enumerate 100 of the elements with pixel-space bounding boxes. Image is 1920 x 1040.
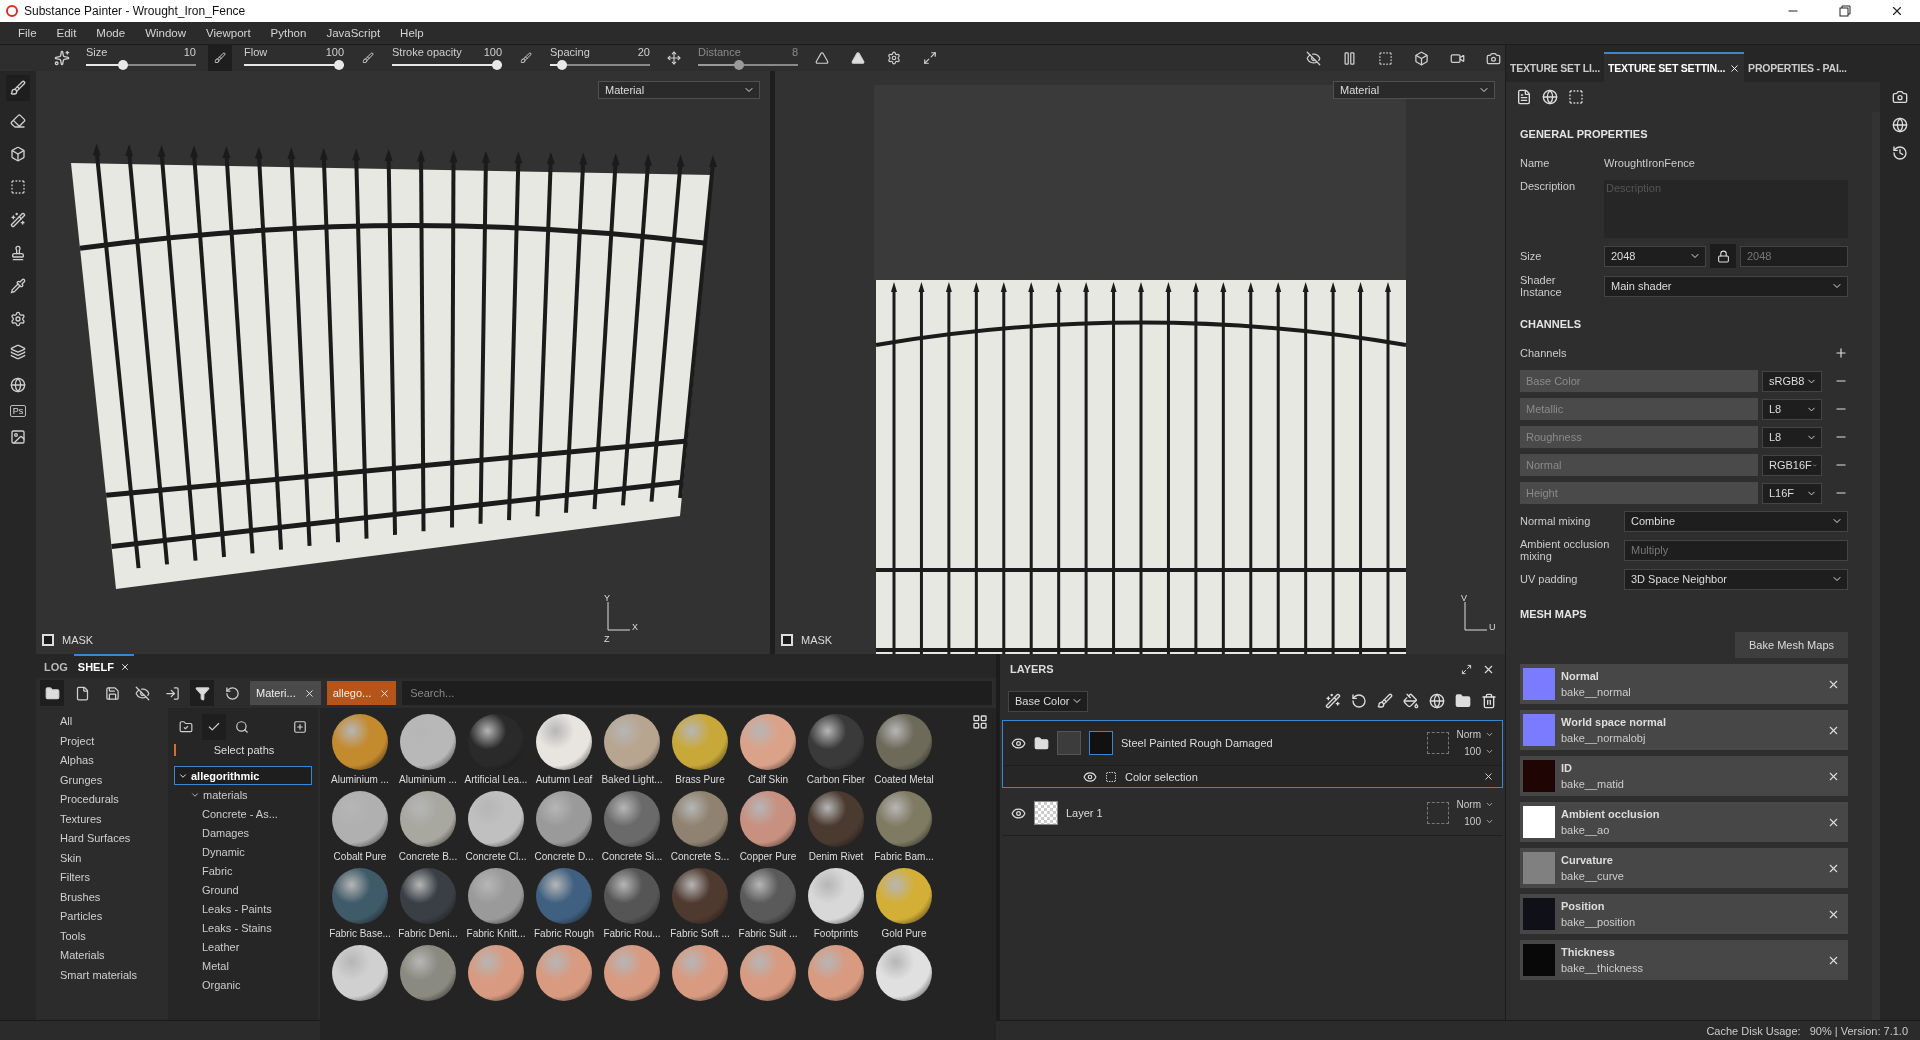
eraser-icon[interactable] xyxy=(10,113,26,129)
material-sphere[interactable] xyxy=(604,868,660,924)
settings-icon[interactable] xyxy=(10,311,26,327)
refresh-icon[interactable] xyxy=(1351,693,1367,709)
shader-dropdown[interactable]: Main shader xyxy=(1604,275,1848,297)
blend-mode-dropdown[interactable]: Norm xyxy=(1456,799,1494,810)
blend-mode-dropdown[interactable]: Norm xyxy=(1456,729,1494,740)
dropdown[interactable]: Combine xyxy=(1624,510,1848,532)
check-button[interactable] xyxy=(202,714,226,740)
material-sphere[interactable] xyxy=(808,945,864,1001)
photoshop-button[interactable]: Ps xyxy=(9,405,27,417)
material-sphere[interactable] xyxy=(332,945,388,1001)
category-item[interactable]: Particles xyxy=(60,907,166,926)
category-item[interactable]: Hard Surfaces xyxy=(60,829,166,848)
category-item[interactable]: All xyxy=(60,712,166,731)
restore-icon[interactable] xyxy=(1839,5,1851,17)
material-sphere[interactable] xyxy=(400,868,456,924)
material-sphere[interactable] xyxy=(332,791,388,847)
format-dropdown[interactable]: L8 xyxy=(1762,426,1822,448)
bake-button[interactable]: Bake Mesh Maps xyxy=(1735,632,1848,658)
material-sphere[interactable] xyxy=(740,791,796,847)
dropdown[interactable]: Material xyxy=(1333,81,1495,99)
image-icon[interactable] xyxy=(10,429,26,445)
material-sphere[interactable] xyxy=(536,868,592,924)
category-item[interactable]: Brushes xyxy=(60,887,166,906)
opacity-dropdown[interactable]: 100 xyxy=(1464,746,1494,757)
close-icon[interactable] xyxy=(303,687,315,699)
format-dropdown[interactable]: RGB16F xyxy=(1762,454,1822,476)
filter-button[interactable] xyxy=(190,680,214,706)
save-icon[interactable] xyxy=(104,685,120,701)
tree-item[interactable]: Metal xyxy=(198,956,312,975)
tree-item[interactable]: Leaks - Paints xyxy=(198,899,312,918)
panel-tab[interactable]: TEXTURE SET SETTIN... xyxy=(1603,52,1745,82)
reset-icon[interactable] xyxy=(224,685,240,701)
cube-icon[interactable] xyxy=(1413,50,1429,66)
category-item[interactable]: Project xyxy=(60,731,166,750)
brush-button[interactable] xyxy=(6,75,30,101)
folder-button[interactable] xyxy=(40,680,64,706)
folder-icon[interactable] xyxy=(1455,693,1471,709)
category-item[interactable]: Filters xyxy=(60,868,166,887)
grid-view-icon[interactable] xyxy=(972,714,988,730)
material-sphere[interactable] xyxy=(740,945,796,1001)
globe-icon[interactable] xyxy=(10,377,26,393)
pause-icon[interactable] xyxy=(1341,50,1357,66)
category-item[interactable]: Grunges xyxy=(60,770,166,789)
new-file-icon[interactable] xyxy=(74,685,90,701)
category-item[interactable]: Textures xyxy=(60,809,166,828)
settings-icon[interactable] xyxy=(887,51,901,65)
material-sphere[interactable] xyxy=(468,791,524,847)
material-sphere[interactable] xyxy=(672,945,728,1001)
category-item[interactable]: Materials xyxy=(60,946,166,965)
tree-item[interactable]: Fabric xyxy=(198,861,312,880)
category-item[interactable]: Skin xyxy=(60,848,166,867)
folder-check-icon[interactable] xyxy=(179,720,193,734)
trash-icon[interactable] xyxy=(1481,693,1497,709)
material-sphere[interactable] xyxy=(604,714,660,770)
material-sphere[interactable] xyxy=(876,945,932,1001)
channel-dropdown[interactable]: Base Color xyxy=(1008,690,1088,712)
tree-item[interactable]: Concrete - As... xyxy=(198,804,312,823)
tree-item[interactable]: allegorithmic xyxy=(174,766,312,785)
material-sphere[interactable] xyxy=(400,945,456,1001)
add-icon[interactable] xyxy=(1834,346,1848,360)
tree-item[interactable]: Leather xyxy=(198,937,312,956)
material-sphere[interactable] xyxy=(672,868,728,924)
material-sphere[interactable] xyxy=(876,791,932,847)
camera-icon[interactable] xyxy=(1892,89,1908,105)
category-item[interactable]: Alphas xyxy=(60,751,166,770)
hide-icon[interactable] xyxy=(1305,50,1321,66)
menu-item[interactable]: Python xyxy=(262,27,315,39)
camera-icon[interactable] xyxy=(1485,50,1501,66)
brush-icon[interactable] xyxy=(1377,693,1393,709)
material-sphere[interactable] xyxy=(876,714,932,770)
material-sphere[interactable] xyxy=(468,868,524,924)
material-sphere[interactable] xyxy=(332,714,388,770)
magic-wand-icon[interactable] xyxy=(1325,693,1341,709)
format-dropdown[interactable]: L8 xyxy=(1762,398,1822,420)
eye-icon[interactable] xyxy=(1083,769,1097,784)
close-icon[interactable] xyxy=(1890,4,1904,18)
dropdown[interactable]: Material xyxy=(598,81,760,99)
tree-item[interactable]: materials xyxy=(186,785,312,804)
eye-icon[interactable] xyxy=(1011,735,1026,751)
sphere-icon[interactable] xyxy=(1892,117,1908,133)
filter-chip[interactable]: allego... xyxy=(326,681,397,705)
hide-icon[interactable] xyxy=(134,685,150,701)
menu-item[interactable]: Window xyxy=(137,27,195,39)
menu-item[interactable]: Edit xyxy=(48,27,85,39)
stamp-icon[interactable] xyxy=(10,245,26,261)
eye-icon[interactable] xyxy=(1011,805,1026,821)
category-item[interactable]: Smart materials xyxy=(60,965,166,984)
material-sphere[interactable] xyxy=(740,714,796,770)
sphere-icon[interactable] xyxy=(1429,693,1445,709)
panel-tab[interactable]: SHELF xyxy=(73,654,134,678)
material-sphere[interactable] xyxy=(604,945,660,1001)
close-icon[interactable] xyxy=(119,662,130,672)
menu-item[interactable]: Help xyxy=(392,27,432,39)
tree-item[interactable]: Leaks - Stains xyxy=(198,918,312,937)
menu-item[interactable]: File xyxy=(10,27,45,39)
material-sphere[interactable] xyxy=(876,868,932,924)
format-dropdown[interactable]: sRGB8 xyxy=(1762,370,1822,392)
category-item[interactable]: Tools xyxy=(60,926,166,945)
